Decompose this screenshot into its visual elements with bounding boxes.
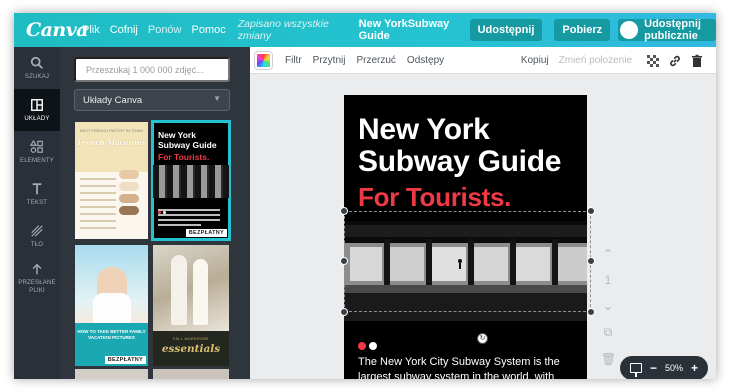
app-window: Canva Plik Cofnij Ponów Pomoc Zapisano w…	[14, 13, 716, 379]
free-badge: BEZPŁATNY	[104, 356, 146, 364]
document-title[interactable]: New YorkSubway Guide	[359, 18, 462, 42]
thumbnail-photo	[153, 245, 229, 331]
flip-button[interactable]: Przerzuć	[356, 55, 395, 66]
share-public-button[interactable]: Udostępnij publicznie	[618, 18, 716, 42]
present-icon[interactable]	[629, 363, 642, 377]
template-thumbnail[interactable]	[75, 369, 148, 379]
nav-item-layouts[interactable]: UKŁADY	[14, 89, 60, 131]
template-thumbnail-subway[interactable]: New York Subway Guide For Tourists. BEZP…	[151, 120, 231, 241]
crop-button[interactable]: Przytnij	[313, 55, 346, 66]
image-toolbar: Filtr Przytnij Przerzuć Odstępy Kopiuj Z…	[250, 47, 716, 74]
resize-handle-right[interactable]	[587, 257, 595, 265]
trash-icon[interactable]	[690, 54, 704, 68]
design-page[interactable]: New York Subway Guide For Tourists. The …	[344, 95, 587, 379]
move-down-icon[interactable]: ⌄	[601, 299, 615, 313]
nav-item-text[interactable]: TEKST	[14, 173, 60, 215]
layouts-icon	[31, 98, 43, 111]
upload-icon	[32, 263, 42, 274]
editor-area: Filtr Przytnij Przerzuć Odstępy Kopiuj Z…	[250, 47, 716, 379]
thumbnail-person	[193, 259, 208, 325]
thumbnail-subtitle: For Tourists.	[158, 152, 210, 162]
nav-label: UKŁADY	[24, 115, 50, 122]
thumbnail-subway-image	[153, 165, 229, 198]
thumbnail-caption: FALL WARDROBE	[173, 337, 209, 341]
menu-undo[interactable]: Cofnij	[110, 24, 138, 36]
thumbnail-title: New York Subway Guide	[158, 130, 217, 150]
search-input[interactable]	[74, 57, 230, 82]
toolbar-right: Kopiuj Zmień położenie	[521, 47, 708, 74]
canva-logo[interactable]: Canva	[26, 19, 89, 41]
template-thumbnail-family[interactable]: HOW TO TAKE BETTER FAMILY VACATION PICTU…	[75, 245, 148, 366]
nav-item-search[interactable]: SZUKAJ	[14, 47, 60, 89]
color-picker-button[interactable]	[255, 51, 272, 69]
link-icon[interactable]	[668, 54, 682, 68]
thumbnail-person-shirt	[93, 293, 131, 325]
search-icon	[30, 56, 43, 69]
filter-button[interactable]: Filtr	[285, 55, 302, 66]
resize-handle-bottom-left[interactable]	[340, 308, 348, 316]
rotate-handle-icon[interactable]: ↻	[477, 333, 488, 344]
resize-handle-left[interactable]	[340, 257, 348, 265]
thumbnail-title: HOW TO TAKE BETTER FAMILY VACATION PICTU…	[77, 329, 146, 340]
template-thumbnail[interactable]	[153, 369, 229, 379]
copy-button[interactable]: Kopiuj	[521, 55, 549, 66]
template-panel: Układy Canva ▼ BEST FRENCH PASTRY IN TOW…	[60, 47, 250, 379]
chevron-down-icon: ▼	[213, 94, 221, 103]
zoom-control: − 50% +	[620, 356, 708, 379]
top-menu: Plik Cofnij Ponów Pomoc	[82, 24, 236, 36]
nav-item-elements[interactable]: ELEMENTY	[14, 131, 60, 173]
zoom-out-button[interactable]: −	[650, 361, 657, 375]
move-up-icon[interactable]: ⌃	[601, 247, 615, 261]
thumbnail-text-lines	[80, 178, 116, 234]
slide-dots	[358, 337, 380, 355]
zoom-level: 50%	[664, 363, 683, 373]
thumbnail-person	[171, 255, 187, 325]
page-number: 1	[604, 273, 612, 287]
menu-redo[interactable]: Ponów	[148, 24, 182, 36]
background-icon	[31, 224, 43, 237]
macarons-image	[119, 170, 142, 220]
transparency-icon[interactable]	[646, 54, 660, 68]
thumbnail-text-lines	[158, 209, 220, 229]
nav-label: SZUKAJ	[24, 73, 50, 80]
top-bar: Canva Plik Cofnij Ponów Pomoc Zapisano w…	[14, 13, 716, 47]
left-nav: SZUKAJ UKŁADY ELEMENTY TEKST TŁO PRZESŁA…	[14, 47, 60, 379]
nav-label: ELEMENTY	[20, 157, 54, 164]
menu-file[interactable]: Plik	[82, 24, 100, 36]
nav-item-background[interactable]: TŁO	[14, 215, 60, 257]
delete-page-icon[interactable]: 🗑	[601, 352, 616, 366]
page-controls: ⌃ 1 ⌄ ⧉ 🗑	[601, 247, 616, 378]
design-body-text[interactable]: The New York City Subway System is the l…	[358, 355, 580, 379]
nav-item-uploads[interactable]: PRZESŁANE PLIKI	[14, 257, 60, 299]
save-status: Zapisano wszystkie zmiany	[237, 18, 329, 42]
nav-label: PRZESŁANE PLIKI	[18, 279, 56, 294]
resize-handle-top-right[interactable]	[587, 207, 595, 215]
layouts-dropdown[interactable]: Układy Canva ▼	[74, 89, 230, 111]
text-icon	[32, 182, 42, 194]
thumbnail-title: French Macarons	[77, 138, 146, 147]
design-subtitle[interactable]: For Tourists.	[358, 182, 511, 213]
toggle-knob[interactable]	[620, 21, 639, 39]
nav-label: TEKST	[26, 199, 48, 206]
subway-photo[interactable]	[344, 221, 587, 321]
share-public-label: Udostępnij publicznie	[644, 18, 701, 42]
thumbnail-caption: BEST FRENCH PASTRY IN TOWN	[79, 128, 144, 133]
design-title[interactable]: New York Subway Guide	[358, 114, 563, 178]
spacing-button[interactable]: Odstępy	[407, 55, 444, 66]
template-thumbnail-essentials[interactable]: FALL WARDROBE essentials	[153, 245, 229, 366]
nav-label: TŁO	[30, 241, 44, 248]
share-button[interactable]: Udostępnij	[469, 19, 543, 41]
duplicate-page-icon[interactable]: ⧉	[601, 325, 615, 340]
resize-handle-bottom-right[interactable]	[587, 308, 595, 316]
download-button[interactable]: Pobierz	[554, 19, 611, 41]
menu-help[interactable]: Pomoc	[192, 24, 226, 36]
zoom-in-button[interactable]: +	[691, 361, 698, 375]
dropdown-value: Układy Canva	[83, 95, 143, 106]
arrange-button[interactable]: Zmień położenie	[559, 55, 632, 66]
elements-icon	[30, 139, 43, 153]
template-thumbnail-macarons[interactable]: BEST FRENCH PASTRY IN TOWN French Macaro…	[75, 122, 148, 239]
free-badge: BEZPŁATNY	[185, 229, 227, 237]
thumbnail-title: essentials	[161, 343, 221, 355]
resize-handle-top-left[interactable]	[340, 207, 348, 215]
